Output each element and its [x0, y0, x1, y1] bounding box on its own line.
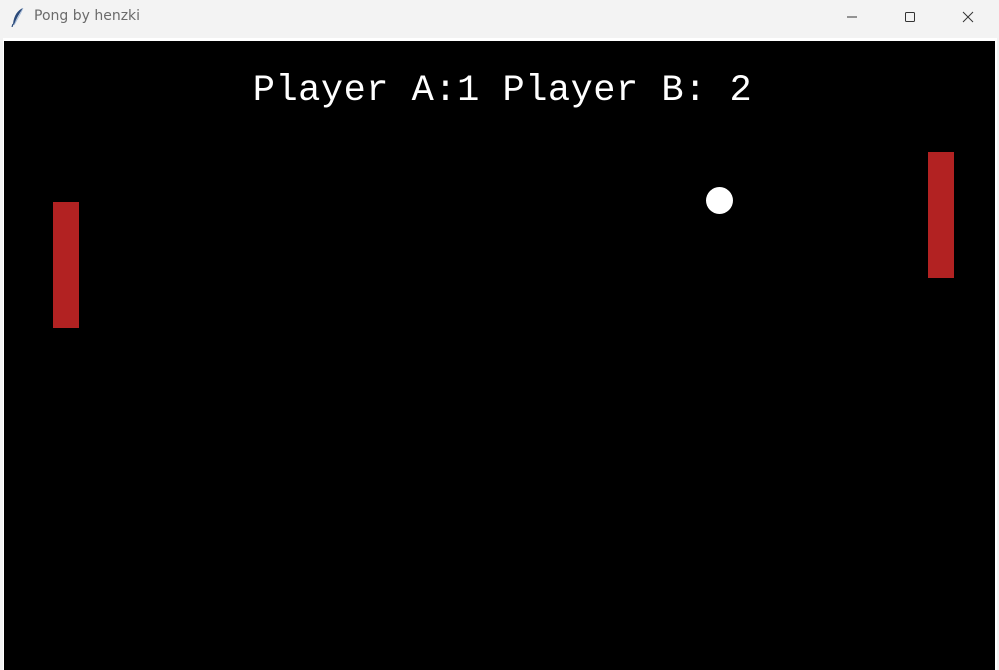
- minimize-button[interactable]: [823, 0, 881, 34]
- minimize-icon: [846, 8, 858, 27]
- window-title: Pong by henzki: [34, 8, 141, 24]
- game-canvas[interactable]: [4, 41, 995, 670]
- ball: [706, 187, 733, 214]
- score-display: Player A:1 Player B: 2: [252, 70, 753, 112]
- title-bar[interactable]: Pong by henzki: [0, 0, 999, 35]
- paddle-b: [928, 152, 954, 278]
- paddle-a: [53, 202, 79, 328]
- close-button[interactable]: [939, 0, 997, 34]
- close-icon: [962, 8, 974, 27]
- app-window: Pong by henzki Player A:1 Player B: 2: [0, 0, 999, 670]
- maximize-icon: [904, 8, 916, 27]
- maximize-button[interactable]: [881, 0, 939, 34]
- feather-icon: [10, 7, 26, 28]
